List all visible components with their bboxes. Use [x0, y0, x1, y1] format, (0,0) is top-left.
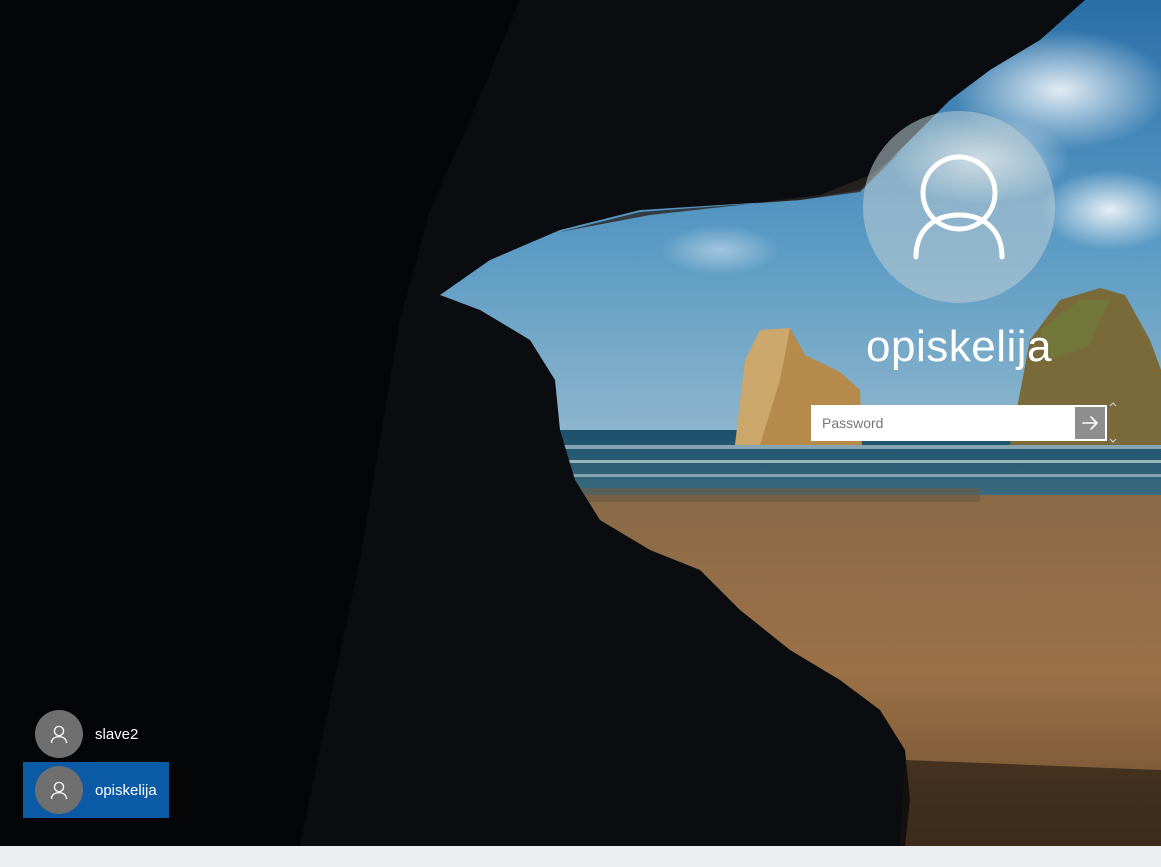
username-label: opiskelija — [866, 322, 1052, 371]
arrow-right-icon — [1082, 416, 1098, 430]
user-tile-name: slave2 — [95, 725, 139, 743]
chevron-up-icon — [1109, 402, 1117, 407]
chevron-down-icon — [1109, 438, 1117, 443]
scroll-arrows[interactable] — [1107, 399, 1119, 447]
avatar — [35, 710, 83, 758]
user-list: slave2 opiskelija — [23, 706, 169, 818]
user-silhouette-icon — [50, 725, 68, 744]
bottom-strip — [0, 846, 1161, 867]
password-field-container — [811, 405, 1107, 441]
lock-screen-background: opiskelija slave2 opiskelija — [0, 0, 1161, 846]
password-input[interactable] — [813, 407, 1075, 439]
user-tile-opiskelija[interactable]: opiskelija — [23, 762, 169, 818]
user-tile-slave2[interactable]: slave2 — [23, 706, 169, 762]
user-silhouette-icon — [50, 781, 68, 800]
avatar — [35, 766, 83, 814]
submit-button[interactable] — [1075, 407, 1105, 439]
user-avatar-large — [863, 111, 1055, 303]
user-tile-name: opiskelija — [95, 781, 157, 799]
user-silhouette-icon — [913, 154, 1005, 260]
